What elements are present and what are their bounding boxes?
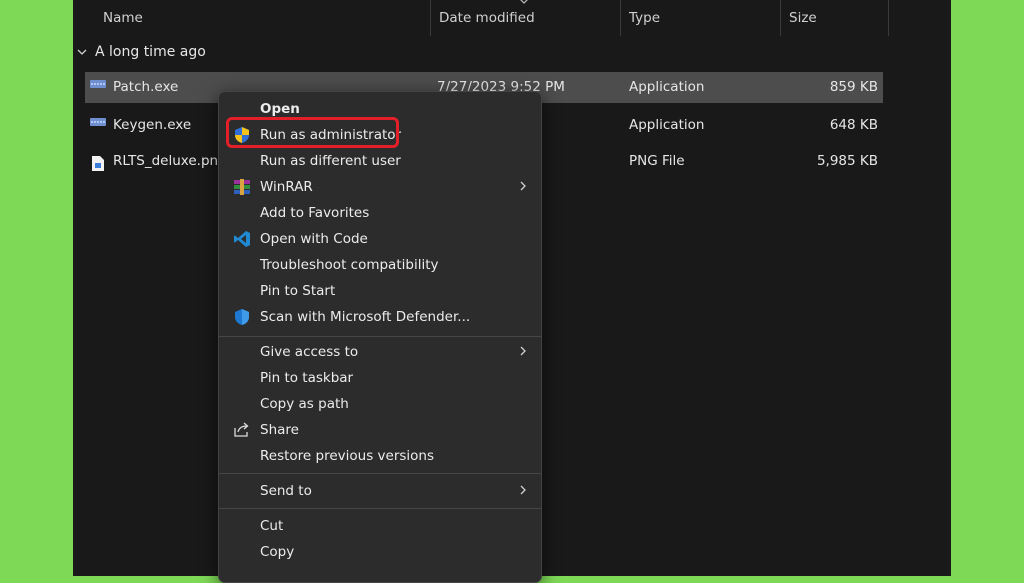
menu-item-label: Open with Code (260, 231, 368, 247)
file-size: 648 KB (829, 117, 878, 133)
menu-item-give-access-to[interactable]: Give access to (223, 339, 537, 365)
menu-item-scan-with-defender[interactable]: Scan with Microsoft Defender... (223, 304, 537, 330)
menu-item-label: Run as different user (260, 153, 401, 169)
menu-item-label: Send to (260, 483, 312, 499)
column-header-name-label: Name (103, 10, 143, 26)
menu-item-pin-to-start[interactable]: Pin to Start (223, 278, 537, 304)
group-header[interactable]: A long time ago (75, 44, 206, 60)
menu-item-send-to[interactable]: Send to (223, 478, 537, 504)
png-file-icon (91, 153, 109, 171)
winrar-icon (232, 178, 252, 196)
menu-separator (219, 508, 541, 509)
share-icon (232, 421, 252, 439)
menu-item-label: WinRAR (260, 179, 313, 195)
menu-item-run-as-different-user[interactable]: Run as different user (223, 148, 537, 174)
column-header-name[interactable]: Name (95, 0, 431, 36)
column-header-size[interactable]: Size (781, 0, 889, 36)
chevron-right-icon (519, 174, 527, 200)
menu-item-label: Copy as path (260, 396, 349, 412)
file-name: RLTS_deluxe.png (113, 153, 227, 169)
column-header-type[interactable]: Type (621, 0, 781, 36)
sort-chevron-icon (519, 0, 529, 6)
menu-separator (219, 336, 541, 337)
file-name: Keygen.exe (113, 117, 192, 133)
file-size: 5,985 KB (816, 153, 878, 169)
menu-separator (219, 473, 541, 474)
menu-item-label: Pin to taskbar (260, 370, 354, 386)
menu-item-label: Troubleshoot compatibility (260, 257, 439, 273)
menu-item-label: Share (260, 422, 299, 438)
run-as-admin-highlight (226, 117, 399, 148)
exe-icon (89, 110, 107, 126)
menu-item-cut[interactable]: Cut (223, 513, 537, 539)
file-name: Patch.exe (113, 79, 179, 95)
menu-item-label: Scan with Microsoft Defender... (260, 309, 471, 325)
chevron-right-icon (519, 478, 527, 504)
menu-item-winrar[interactable]: WinRAR (223, 174, 537, 200)
menu-item-copy[interactable]: Copy (223, 539, 537, 565)
file-type: Application (629, 117, 705, 133)
menu-item-label: Cut (260, 518, 284, 534)
menu-item-troubleshoot-compatibility[interactable]: Troubleshoot compatibility (223, 252, 537, 278)
exe-icon (89, 72, 107, 88)
menu-item-share[interactable]: Share (223, 417, 537, 443)
file-type: Application (629, 79, 705, 95)
menu-item-copy-as-path[interactable]: Copy as path (223, 391, 537, 417)
file-size: 859 KB (829, 79, 878, 95)
menu-item-label: Give access to (260, 344, 359, 360)
menu-item-pin-to-taskbar[interactable]: Pin to taskbar (223, 365, 537, 391)
context-menu: Open Run as administrator Run as differe… (218, 91, 542, 583)
vscode-icon (232, 230, 252, 248)
menu-item-label: Add to Favorites (260, 205, 370, 221)
menu-item-restore-previous-versions[interactable]: Restore previous versions (223, 443, 537, 469)
chevron-right-icon (519, 339, 527, 365)
chevron-down-icon (75, 45, 89, 59)
file-type: PNG File (629, 153, 685, 169)
column-header-size-label: Size (789, 10, 817, 26)
menu-item-add-to-favorites[interactable]: Add to Favorites (223, 200, 537, 226)
menu-item-label: Copy (260, 544, 295, 560)
group-header-label: A long time ago (95, 44, 206, 60)
defender-shield-icon (232, 308, 252, 326)
menu-item-open-with-code[interactable]: Open with Code (223, 226, 537, 252)
menu-item-label: Pin to Start (260, 283, 336, 299)
menu-item-label: Restore previous versions (260, 448, 435, 464)
column-header-type-label: Type (629, 10, 661, 26)
column-header-date-label: Date modified (439, 10, 535, 26)
